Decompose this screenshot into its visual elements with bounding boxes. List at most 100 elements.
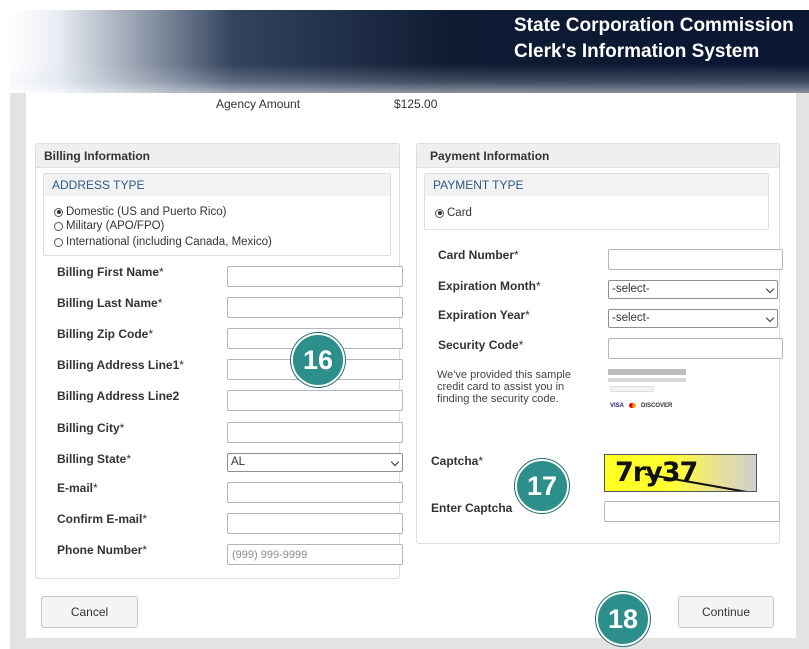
billing-first-name-input[interactable]: [227, 266, 403, 287]
payment-type-title: PAYMENT TYPE: [425, 174, 768, 196]
billing-address2-label: Billing Address Line2: [57, 389, 179, 403]
header-title: State Corporation Commission Clerk's Inf…: [514, 13, 794, 65]
billing-address2-text: Billing Address Line2: [57, 389, 180, 403]
payment-option-card[interactable]: Card: [435, 207, 472, 219]
header-title-line1: State Corporation Commission: [514, 15, 794, 36]
captcha-text-label: Captcha: [431, 454, 479, 468]
radio-international[interactable]: [54, 237, 63, 247]
required-mark: *: [536, 279, 541, 293]
radio-card[interactable]: [435, 208, 444, 218]
card-number-label: Card Number*: [438, 248, 519, 262]
email-text: E-mail: [57, 481, 94, 495]
required-mark: *: [159, 265, 164, 279]
expiration-month-select[interactable]: -select-: [608, 280, 778, 299]
card-signature-strip: [610, 386, 654, 392]
required-mark: *: [93, 481, 98, 495]
chevron-down-icon: [765, 313, 775, 323]
enter-captcha-input[interactable]: [604, 501, 780, 522]
continue-button[interactable]: Continue: [678, 596, 774, 628]
required-mark: *: [157, 296, 163, 310]
required-mark: *: [148, 327, 153, 341]
callout-badge-17: 17: [515, 459, 569, 513]
required-mark: *: [514, 248, 519, 262]
billing-state-text: Billing State: [57, 452, 127, 466]
radio-military[interactable]: [54, 221, 63, 231]
billing-address1-text: Billing Address Line1: [57, 358, 180, 372]
address-option-military[interactable]: Military (APO/FPO): [54, 220, 164, 232]
required-mark: *: [142, 543, 148, 557]
confirm-email-label: Confirm E-mail*: [57, 512, 147, 526]
site-header: State Corporation Commission Clerk's Inf…: [10, 10, 809, 93]
billing-last-name-text: Billing Last Name: [57, 296, 158, 310]
card-magstripe: [608, 369, 686, 375]
expiration-month-label: Expiration Month*: [438, 279, 541, 293]
address-option-domestic-label: Domestic (US and Puerto Rico): [66, 206, 227, 218]
address-type-title: ADDRESS TYPE: [44, 174, 390, 196]
sample-card-back-image: VISA DISCOVER: [608, 369, 686, 413]
phone-text: Phone Number: [57, 543, 143, 557]
billing-last-name-label: Billing Last Name*: [57, 296, 162, 310]
billing-panel-title: Billing Information: [36, 144, 399, 168]
expiration-year-label: Expiration Year*: [438, 308, 530, 322]
billing-last-name-input[interactable]: [227, 297, 403, 318]
address-option-international[interactable]: International (including Canada, Mexico): [54, 236, 272, 248]
required-mark: *: [525, 308, 530, 322]
captcha-image: 7ry37: [604, 454, 757, 492]
required-mark: *: [142, 512, 148, 526]
chevron-down-icon: [765, 284, 775, 294]
billing-state-label: Billing State*: [57, 452, 131, 466]
card-stripe: [608, 378, 686, 382]
email-input[interactable]: [227, 482, 403, 503]
chevron-down-icon: [390, 457, 400, 467]
payment-type-panel: PAYMENT TYPE: [424, 173, 769, 230]
required-mark: *: [126, 452, 132, 466]
security-code-input[interactable]: [608, 338, 783, 359]
expiration-year-select[interactable]: -select-: [608, 309, 778, 328]
billing-zip-label: Billing Zip Code*: [57, 327, 153, 341]
security-code-text: Security Code: [438, 338, 519, 352]
billing-first-name-label: Billing First Name*: [57, 265, 164, 279]
required-mark: *: [478, 454, 484, 468]
address-option-domestic[interactable]: Domestic (US and Puerto Rico): [54, 206, 226, 218]
billing-state-value: AL: [231, 456, 246, 468]
billing-city-text: Billing City: [57, 421, 120, 435]
cancel-button[interactable]: Cancel: [41, 596, 138, 628]
visa-logo: VISA: [610, 403, 625, 410]
discover-logo: DISCOVER: [641, 403, 673, 410]
billing-state-select[interactable]: AL: [227, 453, 403, 472]
confirm-email-input[interactable]: [227, 513, 403, 534]
expiration-year-value: -select-: [612, 312, 650, 324]
billing-city-label: Billing City*: [57, 421, 124, 435]
card-number-text: Card Number: [438, 248, 515, 262]
payment-option-card-label: Card: [447, 207, 472, 219]
billing-zip-text: Billing Zip Code: [57, 327, 149, 341]
phone-label: Phone Number*: [57, 543, 147, 557]
mastercard-icon: [629, 403, 637, 408]
callout-badge-16: 16: [291, 333, 345, 387]
callout-badge-18: 18: [596, 592, 650, 646]
email-label: E-mail*: [57, 481, 98, 495]
expiration-month-value: -select-: [612, 283, 650, 295]
phone-input[interactable]: [227, 544, 403, 565]
security-code-note: We've provided this sample credit card t…: [437, 369, 571, 405]
agency-amount-label: Agency Amount: [216, 97, 301, 111]
billing-first-name-text: Billing First Name: [57, 265, 160, 279]
captcha-text: 7ry37: [615, 457, 698, 488]
required-mark: *: [179, 358, 184, 372]
address-option-military-label: Military (APO/FPO): [66, 220, 165, 232]
payment-panel-title: Payment Information: [417, 144, 779, 168]
required-mark: *: [518, 338, 524, 352]
expiration-month-text: Expiration Month: [438, 279, 536, 293]
billing-address2-input[interactable]: [227, 390, 403, 411]
billing-address1-label: Billing Address Line1*: [57, 358, 184, 372]
card-number-input[interactable]: [608, 249, 783, 270]
agency-amount-value: $125.00: [394, 97, 438, 111]
security-code-label: Security Code*: [438, 338, 523, 352]
billing-city-input[interactable]: [227, 422, 403, 443]
address-option-international-label: International (including Canada, Mexico): [66, 236, 272, 248]
enter-captcha-label: Enter Captcha: [431, 501, 513, 515]
radio-domestic[interactable]: [54, 207, 63, 217]
card-logos: VISA DISCOVER: [610, 403, 672, 409]
confirm-email-text: Confirm E-mail: [57, 512, 143, 526]
header-title-line2: Clerk's Information System: [514, 41, 760, 62]
